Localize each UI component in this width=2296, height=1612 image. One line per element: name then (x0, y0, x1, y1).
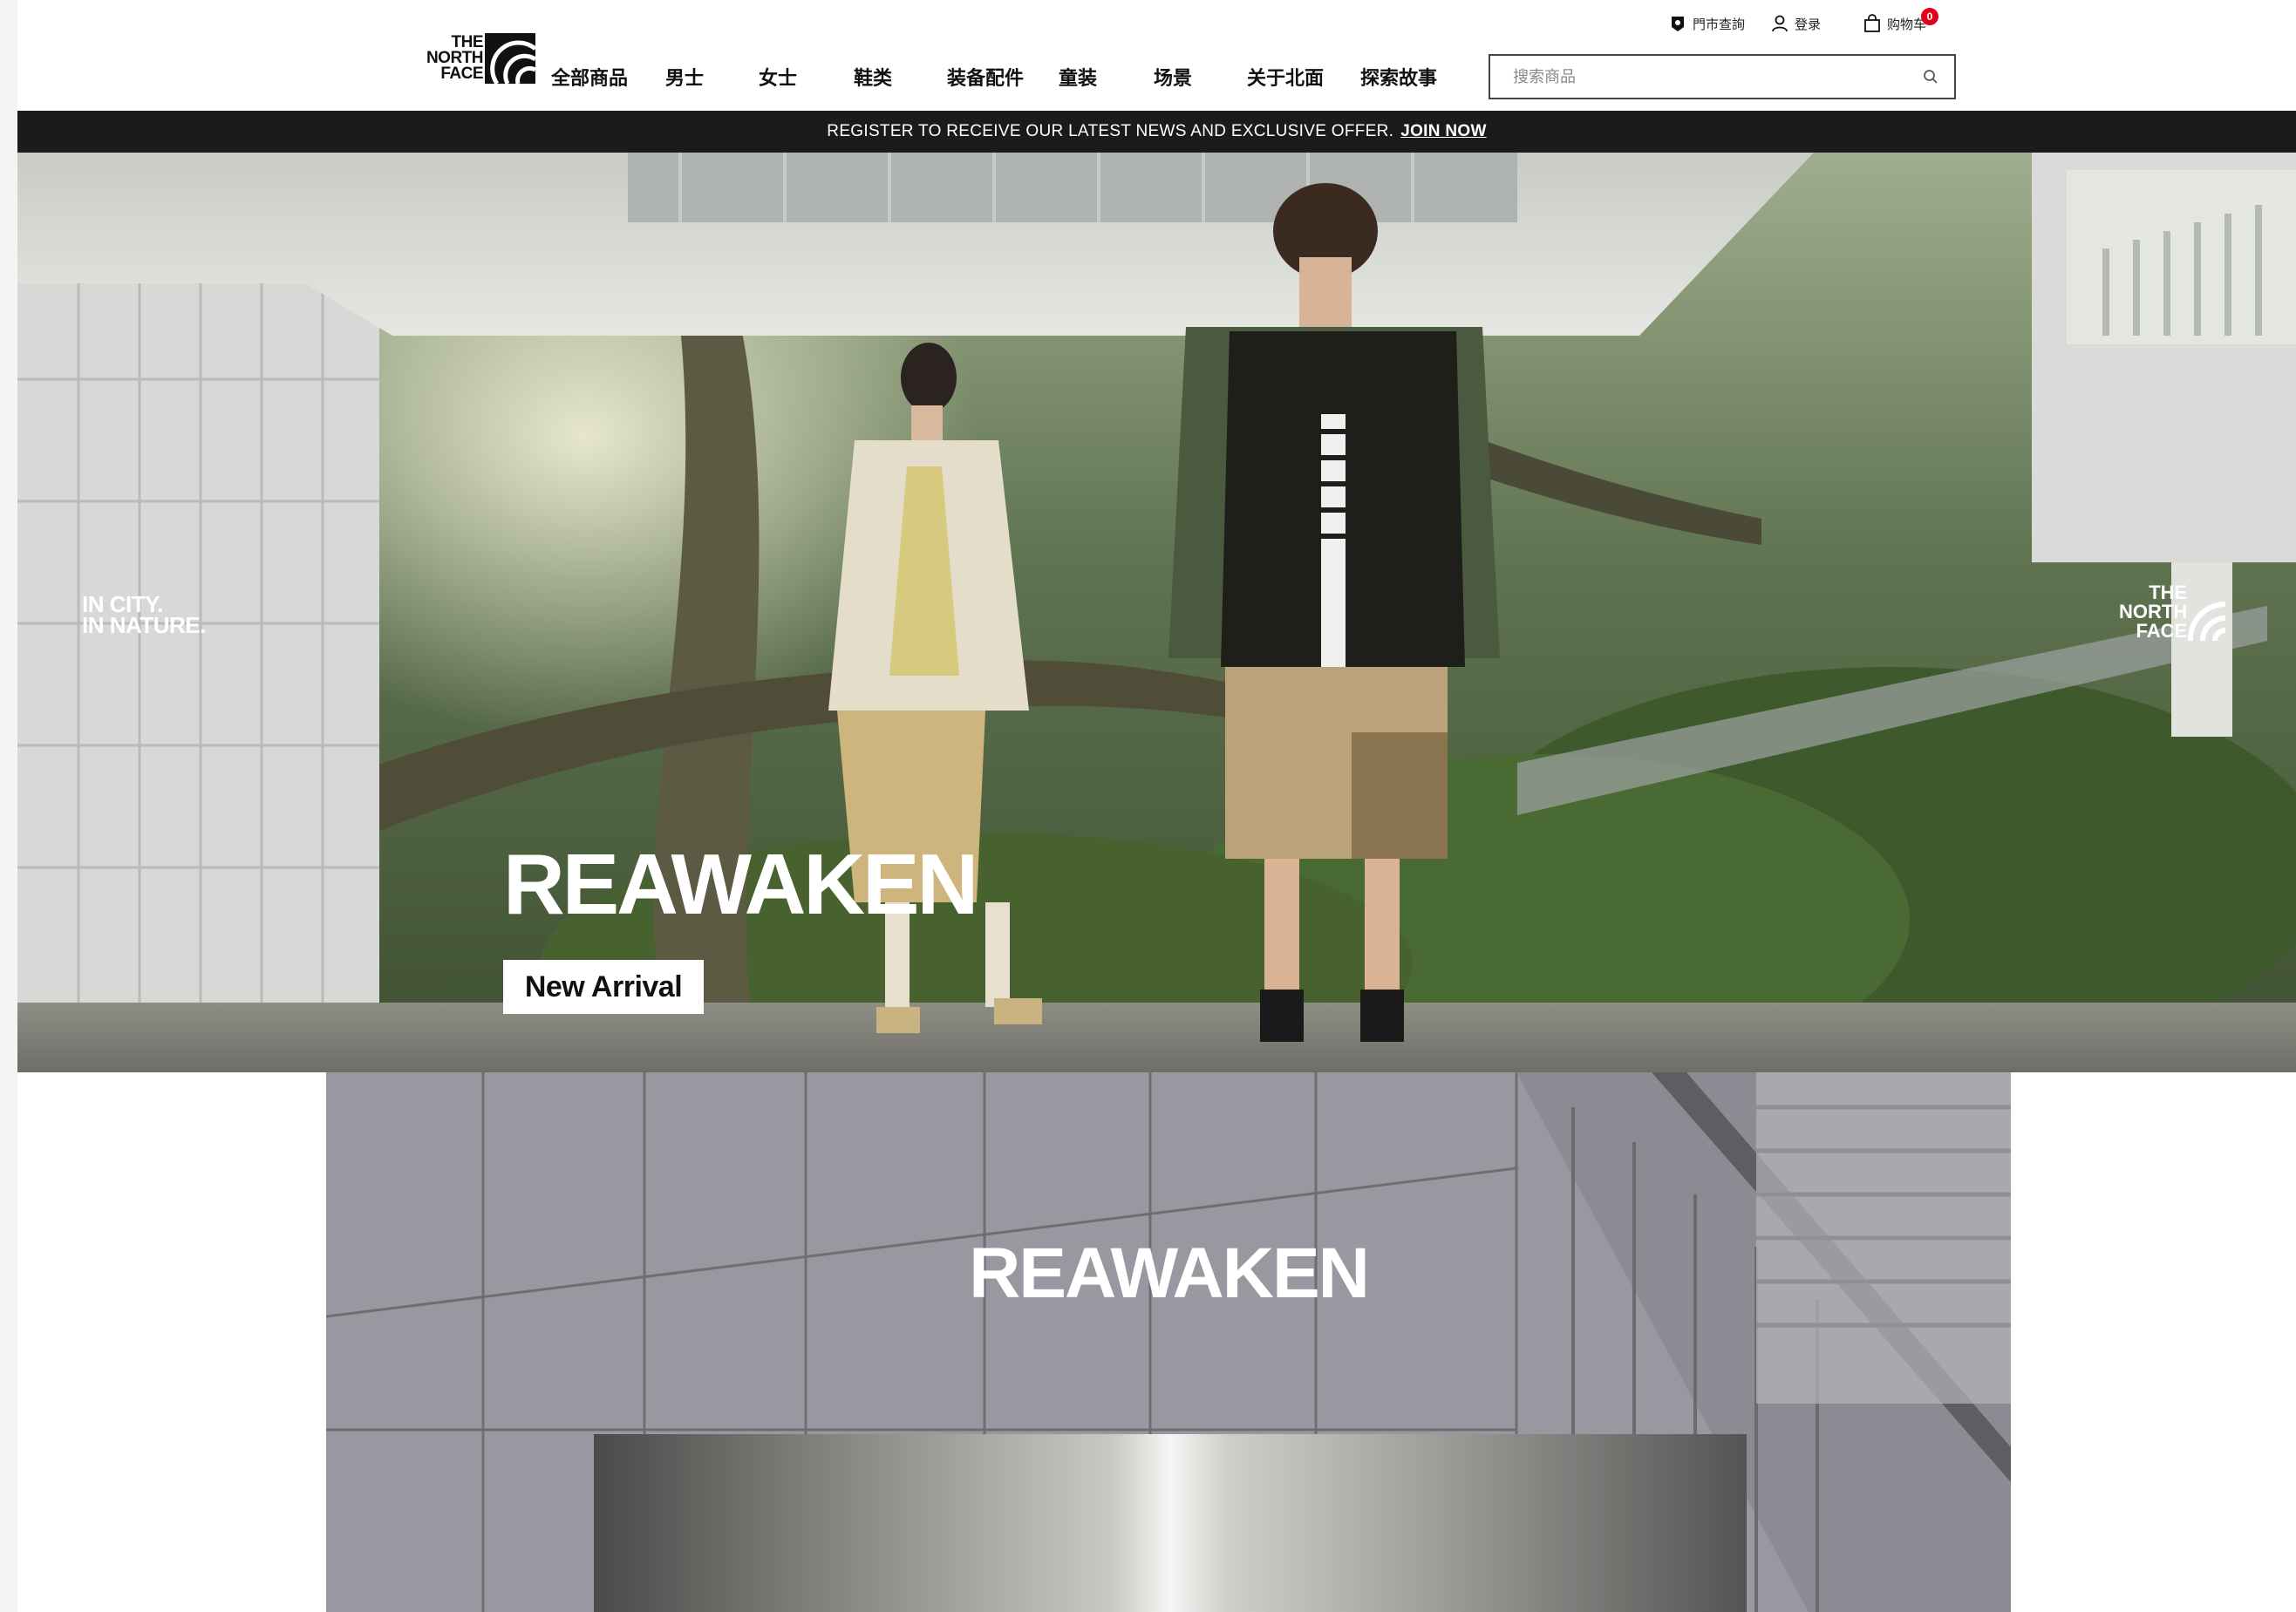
reawaken-section: REAWAKEN (326, 1072, 2011, 1612)
hero-side-logo-line-2: NORTH (2119, 601, 2188, 622)
hero-tagline: IN CITY. IN NATURE. (82, 593, 206, 638)
nav-kids[interactable]: 童装 (1059, 63, 1154, 91)
store-locator-label: 門市查詢 (1693, 17, 1746, 32)
cart-label: 购物车 (1887, 17, 1927, 32)
hero-side-logo-line-1: THE (2149, 582, 2188, 603)
nav-men[interactable]: 男士 (665, 63, 759, 91)
search-box (1489, 54, 1956, 99)
hero-side-logo-line-3: FACE (2136, 620, 2188, 642)
nav-women[interactable]: 女士 (759, 63, 854, 91)
nav-footwear[interactable]: 鞋类 (854, 63, 947, 91)
cart-label-wrap: 购物车 0 (1887, 7, 1939, 33)
new-arrival-button[interactable]: New Arrival (503, 960, 704, 1014)
nav-equipment[interactable]: 装备配件 (947, 63, 1059, 91)
page: THE NORTH FACE 門市查詢 登录 购物车 0 全部商品 男士 女士 … (17, 0, 2296, 1612)
hero-banner[interactable]: IN CITY. IN NATURE. THE NORTH FACE REAWA… (17, 153, 2296, 1072)
hero-side-logo: THE NORTH FACE (2119, 583, 2226, 641)
search-input[interactable] (1513, 67, 1919, 86)
user-icon (1772, 15, 1788, 32)
logo-wordmark: THE NORTH FACE (403, 34, 484, 83)
store-icon (1672, 17, 1684, 31)
search-button[interactable] (1919, 65, 1942, 88)
store-locator-link[interactable]: 門市查詢 (1668, 14, 1745, 33)
main-nav: 全部商品 男士 女士 鞋类 装备配件 童装 场景 关于北面 探索故事 (551, 63, 1437, 91)
nav-activity[interactable]: 场景 (1154, 63, 1247, 91)
site-header: THE NORTH FACE 門市查詢 登录 购物车 0 全部商品 男士 女士 … (17, 0, 2296, 111)
promo-text: REGISTER TO RECEIVE OUR LATEST NEWS AND … (827, 122, 1394, 140)
cart-link[interactable]: 购物车 0 (1863, 7, 1939, 33)
hero-title: REAWAKEN (503, 836, 978, 932)
hero-tagline-line-2: IN NATURE. (82, 612, 206, 638)
shopping-bag-icon (1864, 14, 1880, 32)
section-title: REAWAKEN (969, 1234, 1370, 1313)
logo-line-3: FACE (440, 65, 483, 83)
promo-bar: REGISTER TO RECEIVE OUR LATEST NEWS AND … (17, 111, 2296, 153)
join-now-link[interactable]: JOIN NOW (1400, 122, 1486, 141)
login-link[interactable]: 登录 (1770, 14, 1821, 33)
nav-about[interactable]: 关于北面 (1247, 63, 1360, 91)
nav-stories[interactable]: 探索故事 (1360, 63, 1437, 91)
search-icon (1924, 70, 1938, 84)
architecture-image (326, 1072, 2011, 1612)
hero-side-logo-text: THE NORTH FACE (2119, 583, 2187, 641)
hero-image (17, 153, 2296, 1072)
hero-half-dome-icon (2188, 601, 2226, 641)
nav-all-products[interactable]: 全部商品 (551, 63, 665, 91)
cart-count-badge: 0 (1921, 7, 1939, 25)
half-dome-logo-icon (485, 33, 535, 84)
brand-logo[interactable]: THE NORTH FACE (403, 30, 535, 87)
login-label: 登录 (1795, 17, 1822, 32)
